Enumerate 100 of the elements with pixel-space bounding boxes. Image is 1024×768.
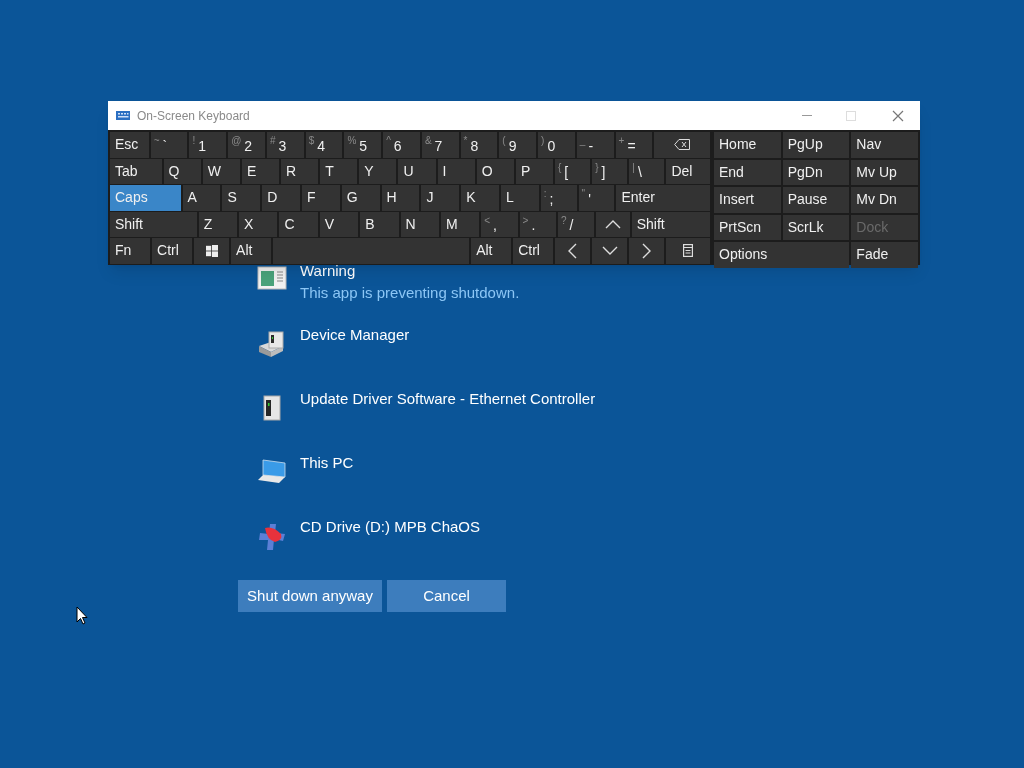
key-label: ]: [601, 163, 606, 182]
key[interactable]: Insert: [714, 187, 781, 213]
key[interactable]: % 5: [344, 132, 382, 158]
shift-symbol: #: [269, 134, 276, 148]
backspace-key[interactable]: [654, 132, 710, 158]
windows-logo-icon: [205, 244, 218, 257]
key[interactable]: Q: [163, 158, 201, 184]
key[interactable]: Mv Up: [851, 159, 918, 185]
key[interactable]: $ 4: [305, 132, 343, 158]
window-title: On-Screen Keyboard: [137, 107, 250, 125]
key[interactable]: ^ 6: [383, 132, 420, 158]
key-label: `: [162, 136, 168, 156]
key[interactable]: B: [360, 211, 399, 237]
key[interactable]: ~ `: [150, 132, 188, 158]
key[interactable]: } ]: [592, 158, 628, 184]
key[interactable]: ScrLk: [782, 214, 850, 240]
key[interactable]: F: [302, 185, 340, 211]
right-chevron-icon: [642, 242, 652, 259]
key[interactable]: End: [714, 159, 781, 185]
app-window-icon: [257, 266, 287, 290]
tower-computer-icon: [261, 394, 283, 422]
key[interactable]: Ctrl: [513, 238, 554, 264]
key[interactable]: D: [262, 185, 300, 211]
key[interactable]: W: [202, 158, 240, 184]
app-name: Warning: [300, 262, 357, 280]
key[interactable]: > .: [519, 211, 556, 237]
windows-key[interactable]: [194, 238, 230, 264]
key[interactable]: S: [222, 185, 261, 211]
key[interactable]: { [: [555, 158, 591, 184]
key[interactable]: ! 1: [189, 132, 227, 158]
key[interactable]: O: [476, 158, 514, 184]
key[interactable]: Y: [359, 158, 397, 184]
key[interactable]: Fn: [110, 238, 150, 264]
down-key[interactable]: [592, 238, 628, 264]
key[interactable]: Z: [198, 211, 238, 237]
key[interactable]: < ,: [481, 211, 518, 237]
key[interactable]: : ;: [540, 185, 577, 211]
key[interactable]: M: [440, 211, 480, 237]
key[interactable]: X: [239, 211, 278, 237]
key-label: 4: [317, 136, 326, 156]
app-name: Device Manager: [300, 326, 410, 344]
key[interactable]: @ 2: [228, 132, 265, 158]
shift-symbol: >: [522, 213, 529, 228]
key[interactable]: Esc: [110, 132, 149, 158]
key[interactable]: Tab: [110, 158, 162, 184]
key[interactable]: I: [437, 158, 475, 184]
key[interactable]: # 3: [266, 132, 304, 158]
key[interactable]: E: [241, 158, 280, 184]
key[interactable]: ? /: [557, 211, 595, 237]
left-key[interactable]: [555, 238, 591, 264]
key[interactable]: Enter: [616, 185, 710, 211]
key[interactable]: C: [279, 211, 318, 237]
key[interactable]: Alt: [471, 238, 512, 264]
shut-down-button[interactable]: Shut down anyway: [238, 580, 382, 612]
key[interactable]: Fade: [851, 242, 918, 268]
key[interactable]: A: [182, 185, 221, 211]
right-key[interactable]: [629, 238, 665, 264]
key[interactable]: * 8: [460, 132, 498, 158]
key[interactable]: ( 9: [499, 132, 537, 158]
key[interactable]: " ': [578, 185, 615, 211]
key-label: 3: [278, 136, 287, 156]
shift-symbol: _: [579, 134, 586, 148]
key[interactable]: ) 0: [538, 132, 575, 158]
key[interactable]: G: [341, 185, 380, 211]
key[interactable]: Options: [714, 242, 850, 268]
key[interactable]: R: [281, 158, 319, 184]
key[interactable]: T: [320, 158, 358, 184]
cancel-button[interactable]: Cancel: [387, 580, 506, 612]
down-chevron-icon: [601, 246, 618, 256]
key[interactable]: PgUp: [782, 132, 850, 158]
key-label: 9: [508, 136, 517, 156]
key[interactable]: J: [421, 185, 460, 211]
key-label: .: [531, 216, 536, 235]
close-icon[interactable]: [892, 109, 904, 122]
key[interactable]: Alt: [231, 238, 272, 264]
key[interactable]: PrtScn: [714, 214, 781, 240]
key[interactable]: V: [319, 211, 359, 237]
key[interactable]: Shift: [110, 211, 197, 237]
key[interactable]: Del: [666, 158, 710, 184]
menu-key[interactable]: [666, 238, 710, 264]
shift-symbol: |: [632, 160, 635, 175]
key[interactable]: Home: [714, 132, 781, 158]
key[interactable]: Mv Dn: [851, 187, 918, 213]
key[interactable]: U: [398, 158, 436, 184]
shift-symbol: {: [558, 160, 562, 175]
key[interactable]: Ctrl: [152, 238, 193, 264]
key[interactable]: | \: [629, 158, 665, 184]
key[interactable]: L: [501, 185, 539, 211]
key[interactable]: & 7: [421, 132, 459, 158]
key[interactable]: H: [381, 185, 420, 211]
key[interactable]: Shift: [631, 211, 711, 237]
up-key[interactable]: [596, 211, 630, 237]
key[interactable]: PgDn: [782, 159, 850, 185]
key[interactable]: + =: [615, 132, 653, 158]
key[interactable]: _ -: [576, 132, 614, 158]
key[interactable]: N: [400, 211, 439, 237]
key[interactable]: P: [515, 158, 553, 184]
key[interactable]: Pause: [782, 187, 850, 213]
key[interactable]: K: [461, 185, 499, 211]
key[interactable]: Nav: [851, 132, 918, 158]
